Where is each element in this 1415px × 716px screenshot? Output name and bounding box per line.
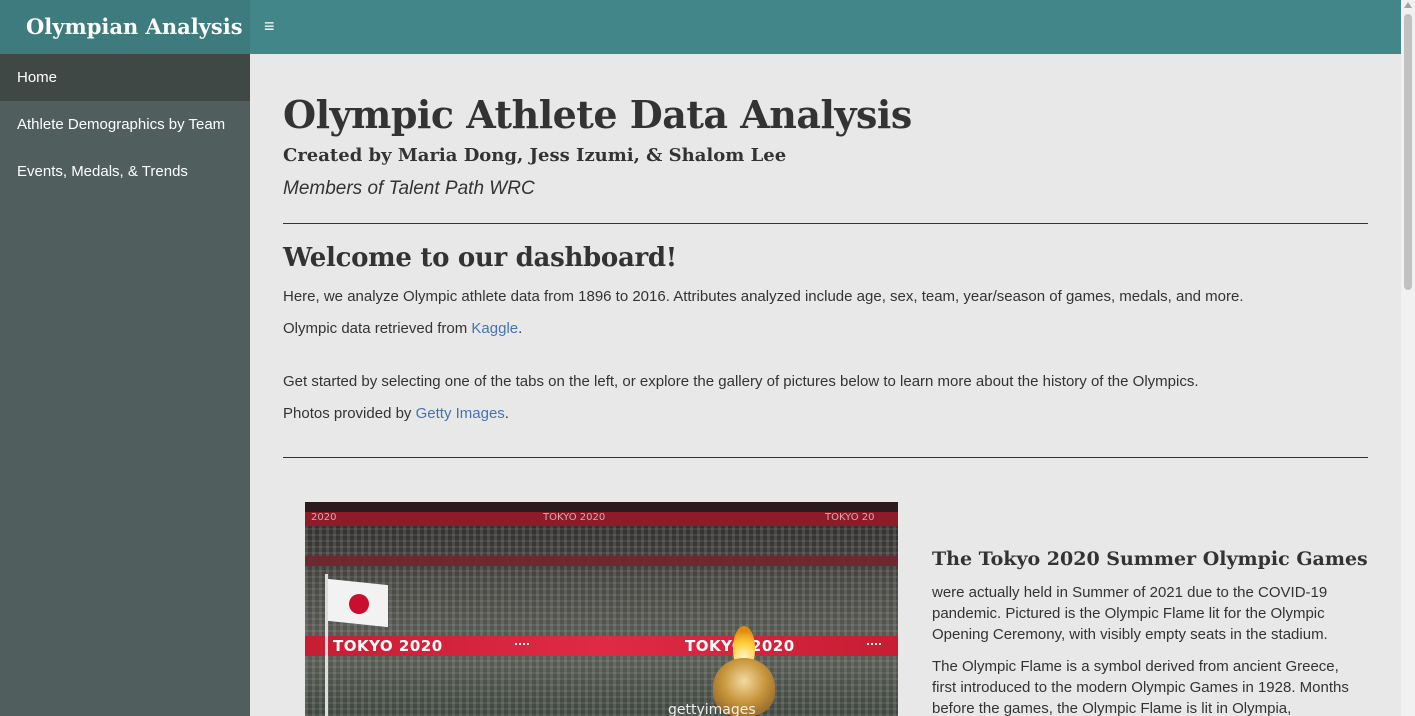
getty-images-link[interactable]: Getty Images	[416, 405, 505, 422]
photo-caption-title: The Tokyo 2020 Summer Olympic Games	[932, 548, 1368, 570]
authors-subtitle: Created by Maria Dong, Jess Izumi, & Sha…	[283, 145, 787, 166]
intro-text: Here, we analyze Olympic athlete data fr…	[283, 288, 1244, 305]
stadium-seats	[305, 502, 898, 716]
page-title: Olympic Athlete Data Analysis	[283, 92, 912, 137]
top-banner-text-1: 2020	[311, 512, 337, 523]
divider	[283, 223, 1368, 224]
stand-band	[305, 556, 898, 566]
members-text: Members of Talent Path WRC	[283, 178, 535, 199]
photo-credit-text: Photos provided by Getty Images.	[283, 405, 509, 422]
top-banner-text-3: TOKYO 20	[825, 512, 875, 523]
hamburger-icon[interactable]: ≡	[264, 17, 282, 35]
photo-credit-suffix: .	[504, 405, 509, 422]
top-banner-text-2: TOKYO 2020	[543, 512, 606, 523]
sidebar-item-home[interactable]: Home	[0, 54, 250, 101]
scroll-up-arrow-icon[interactable]	[1404, 2, 1412, 8]
tokyo-olympics-photo: 2020 TOKYO 2020 TOKYO 20 TOKYO 2020 TOKY…	[305, 502, 898, 716]
main-content: Olympic Athlete Data Analysis Created by…	[250, 54, 1401, 716]
top-banner: 2020 TOKYO 2020 TOKYO 20	[305, 512, 898, 526]
page-scrollbar[interactable]	[1401, 0, 1415, 716]
sidebar-item-athlete-demographics[interactable]: Athlete Demographics by Team	[0, 101, 250, 148]
getty-watermark: gettyimages	[668, 702, 756, 716]
japan-flag-sun	[349, 594, 369, 614]
welcome-heading: Welcome to our dashboard!	[283, 243, 677, 273]
data-source-text: Olympic data retrieved from Kaggle.	[283, 320, 522, 337]
kaggle-link[interactable]: Kaggle	[471, 320, 518, 337]
app-brand[interactable]: Olympian Analysis	[0, 0, 250, 54]
photo-caption-2: The Olympic Flame is a symbol derived fr…	[932, 658, 1349, 716]
tokyo-banner: TOKYO 2020 TOKYO 2020	[305, 636, 898, 656]
top-navbar: Olympian Analysis ≡	[0, 0, 1401, 54]
olympic-rings-icon	[867, 643, 881, 649]
photo-caption-1: were actually held in Summer of 2021 due…	[932, 584, 1328, 643]
divider	[283, 457, 1368, 458]
data-source-suffix: .	[518, 320, 523, 337]
olympic-rings-icon	[515, 643, 529, 649]
photo-credit-prefix: Photos provided by	[283, 405, 416, 422]
sidebar: Home Athlete Demographics by Team Events…	[0, 54, 250, 716]
scrollbar-thumb[interactable]	[1404, 14, 1412, 290]
get-started-text: Get started by selecting one of the tabs…	[283, 373, 1199, 390]
sidebar-item-events-medals-trends[interactable]: Events, Medals, & Trends	[0, 148, 250, 195]
banner-text-left: TOKYO 2020	[333, 637, 443, 655]
data-source-prefix: Olympic data retrieved from	[283, 320, 472, 337]
